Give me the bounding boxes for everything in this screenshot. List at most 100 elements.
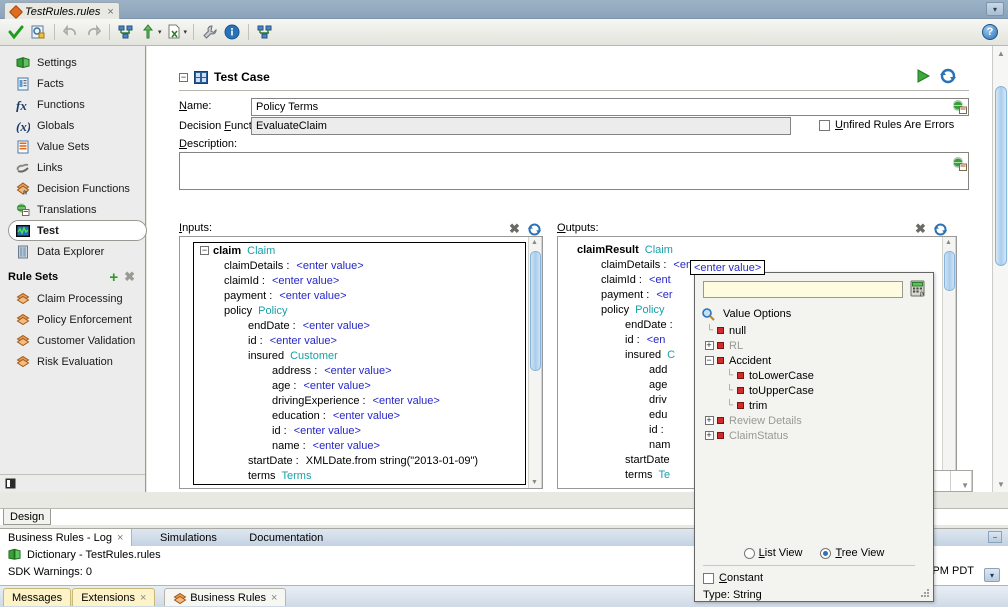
tree-node-value[interactable]: <enter value>: [296, 260, 363, 272]
tree-node[interactable]: name : <enter value>: [194, 438, 525, 453]
tree-node-value[interactable]: <enter value>: [313, 440, 380, 452]
unfired-rules-checkbox[interactable]: [819, 119, 830, 131]
list-view-radio-row[interactable]: List View: [743, 547, 802, 559]
tree-node-value[interactable]: <enter value>: [324, 365, 391, 377]
tree-view-radio-row[interactable]: Tree View: [820, 547, 884, 559]
tree-node-value[interactable]: <enter value>: [303, 380, 370, 392]
tree-node-value[interactable]: <enter value>: [373, 395, 440, 407]
tree-node-value[interactable]: <enter value>: [294, 425, 361, 437]
editor-vertical-scrollbar[interactable]: ▲ ▼: [992, 46, 1008, 492]
sidebar-item-facts[interactable]: Facts: [0, 73, 145, 94]
option-expander[interactable]: −: [704, 356, 714, 365]
tree-node[interactable]: coverages : "COLLISION": [194, 483, 525, 486]
wrench-icon[interactable]: [200, 22, 220, 42]
info-icon[interactable]: [222, 22, 242, 42]
tree-node[interactable]: drivingExperience : <enter value>: [194, 393, 525, 408]
upload-icon[interactable]: [138, 22, 158, 42]
tree-node-literal[interactable]: XMLDate.from string("2013-01-09"): [306, 455, 478, 467]
tree-expander[interactable]: −: [200, 246, 209, 255]
sidebar-item-settings[interactable]: Settings: [0, 52, 145, 73]
name-globe-icon[interactable]: [951, 99, 969, 115]
sidebar-item-decision-functions[interactable]: fx Decision Functions: [0, 178, 145, 199]
close-icon[interactable]: ×: [140, 592, 146, 604]
inputs-clear-button[interactable]: ✖: [509, 221, 520, 237]
refactor-icon[interactable]: [116, 22, 136, 42]
sidebar-item-globals[interactable]: (x) Globals: [0, 115, 145, 136]
tree-node-literal[interactable]: "COLLISION": [336, 485, 403, 486]
tree-node[interactable]: id : <enter value>: [194, 423, 525, 438]
expression-builder-icon[interactable]: fx: [909, 280, 927, 298]
description-textarea[interactable]: [179, 152, 969, 190]
deploy-icon[interactable]: [255, 22, 275, 42]
name-input[interactable]: Policy Terms: [251, 98, 969, 116]
inputs-tree[interactable]: − claim Claim claimDetails : <enter value> cl…: [193, 242, 526, 485]
tree-node-value[interactable]: <enter value>: [303, 320, 370, 332]
tree-node-value[interactable]: <ent: [649, 274, 671, 286]
run-test-button[interactable]: [915, 68, 931, 87]
tree-node[interactable]: endDate : <enter value>: [194, 318, 525, 333]
tree-node[interactable]: education : <enter value>: [194, 408, 525, 423]
panel-toggle-icon[interactable]: [5, 478, 16, 489]
close-icon[interactable]: ×: [107, 6, 113, 18]
outputs-vertical-scrollbar[interactable]: ▲ ▼: [942, 237, 956, 488]
chevron-down-icon[interactable]: ▾: [158, 28, 162, 36]
tree-node-value[interactable]: <enter value>: [270, 335, 337, 347]
option-expander[interactable]: +: [704, 431, 714, 440]
refresh-test-button[interactable]: [939, 67, 957, 88]
value-option-row[interactable]: └ trim: [695, 398, 933, 413]
collapse-section-toggle[interactable]: −: [179, 72, 188, 82]
value-search-input[interactable]: [703, 281, 903, 298]
outputs-refresh-icon[interactable]: [933, 222, 948, 237]
value-option-row[interactable]: └ toLowerCase: [695, 368, 933, 383]
tree-view-radio[interactable]: [820, 547, 832, 559]
tree-node[interactable]: id : <enter value>: [194, 333, 525, 348]
description-globe-icon[interactable]: [951, 156, 969, 172]
status-tab-business-rules[interactable]: Business Rules ×: [164, 588, 287, 606]
chevron-down-icon[interactable]: ▾: [184, 28, 188, 36]
ruleset-item-policy-enforcement[interactable]: Policy Enforcement: [0, 309, 145, 330]
outputs-clear-button[interactable]: ✖: [915, 221, 926, 237]
tree-node-value[interactable]: <er: [656, 289, 672, 301]
help-icon[interactable]: ?: [982, 24, 998, 40]
value-options-tree[interactable]: Value Options └ null + RL − Accident └ toLowerC…: [695, 305, 933, 519]
inputs-vertical-scrollbar[interactable]: ▲ ▼: [528, 237, 542, 488]
dock-collapse-button[interactable]: −: [988, 531, 1002, 543]
document-tab-testrules[interactable]: TestRules.rules ×: [4, 2, 120, 19]
value-option-row[interactable]: └ toUpperCase: [695, 383, 933, 398]
tree-node[interactable]: payment : <enter value>: [194, 288, 525, 303]
constant-checkbox[interactable]: [703, 572, 714, 584]
document-export-icon[interactable]: [164, 22, 184, 42]
resize-grip-icon[interactable]: [921, 589, 930, 598]
unfired-rules-checkbox-row[interactable]: Unfired Rules Are Errors: [819, 119, 954, 131]
dock-tab-business-rules-log[interactable]: Business Rules - Log ×: [0, 529, 133, 546]
constant-checkbox-row[interactable]: Constant: [703, 572, 763, 584]
dock-tab-documentation[interactable]: Documentation: [241, 529, 331, 546]
close-icon[interactable]: ×: [271, 592, 277, 604]
status-tab-extensions[interactable]: Extensions ×: [72, 588, 156, 606]
add-ruleset-button[interactable]: +: [109, 269, 118, 286]
tree-node[interactable]: policy Policy: [194, 303, 525, 318]
value-chip[interactable]: <enter value>: [690, 260, 766, 275]
status-tab-messages[interactable]: Messages: [3, 588, 72, 606]
sidebar-item-translations[interactable]: Translations: [0, 199, 145, 220]
tree-node-value[interactable]: <enter value>: [279, 290, 346, 302]
sidebar-item-functions[interactable]: fx Functions: [0, 94, 145, 115]
value-option-row[interactable]: + Review Details: [695, 413, 933, 428]
sidebar-item-data-explorer[interactable]: Data Explorer: [0, 241, 145, 262]
tree-node-value[interactable]: <en: [647, 334, 666, 346]
option-expander[interactable]: +: [704, 416, 714, 425]
preview-icon[interactable]: [28, 22, 48, 42]
inputs-refresh-icon[interactable]: [527, 222, 542, 237]
tree-node-value[interactable]: <enter value>: [272, 275, 339, 287]
tree-node[interactable]: claimDetails : <enter value>: [194, 258, 525, 273]
tree-node[interactable]: address : <enter value>: [194, 363, 525, 378]
decision-function-field[interactable]: EvaluateClaim: [251, 117, 791, 135]
value-option-row[interactable]: └ null: [695, 323, 933, 338]
ruleset-item-customer-validation[interactable]: Customer Validation: [0, 330, 145, 351]
ruleset-item-risk-evaluation[interactable]: Risk Evaluation: [0, 351, 145, 372]
option-expander[interactable]: +: [704, 341, 714, 350]
sidebar-item-test[interactable]: Test: [8, 220, 147, 241]
tree-node[interactable]: claimResult Claim: [571, 242, 941, 257]
undo-icon[interactable]: [61, 22, 81, 42]
dock-tab-simulations[interactable]: Simulations: [152, 529, 225, 546]
